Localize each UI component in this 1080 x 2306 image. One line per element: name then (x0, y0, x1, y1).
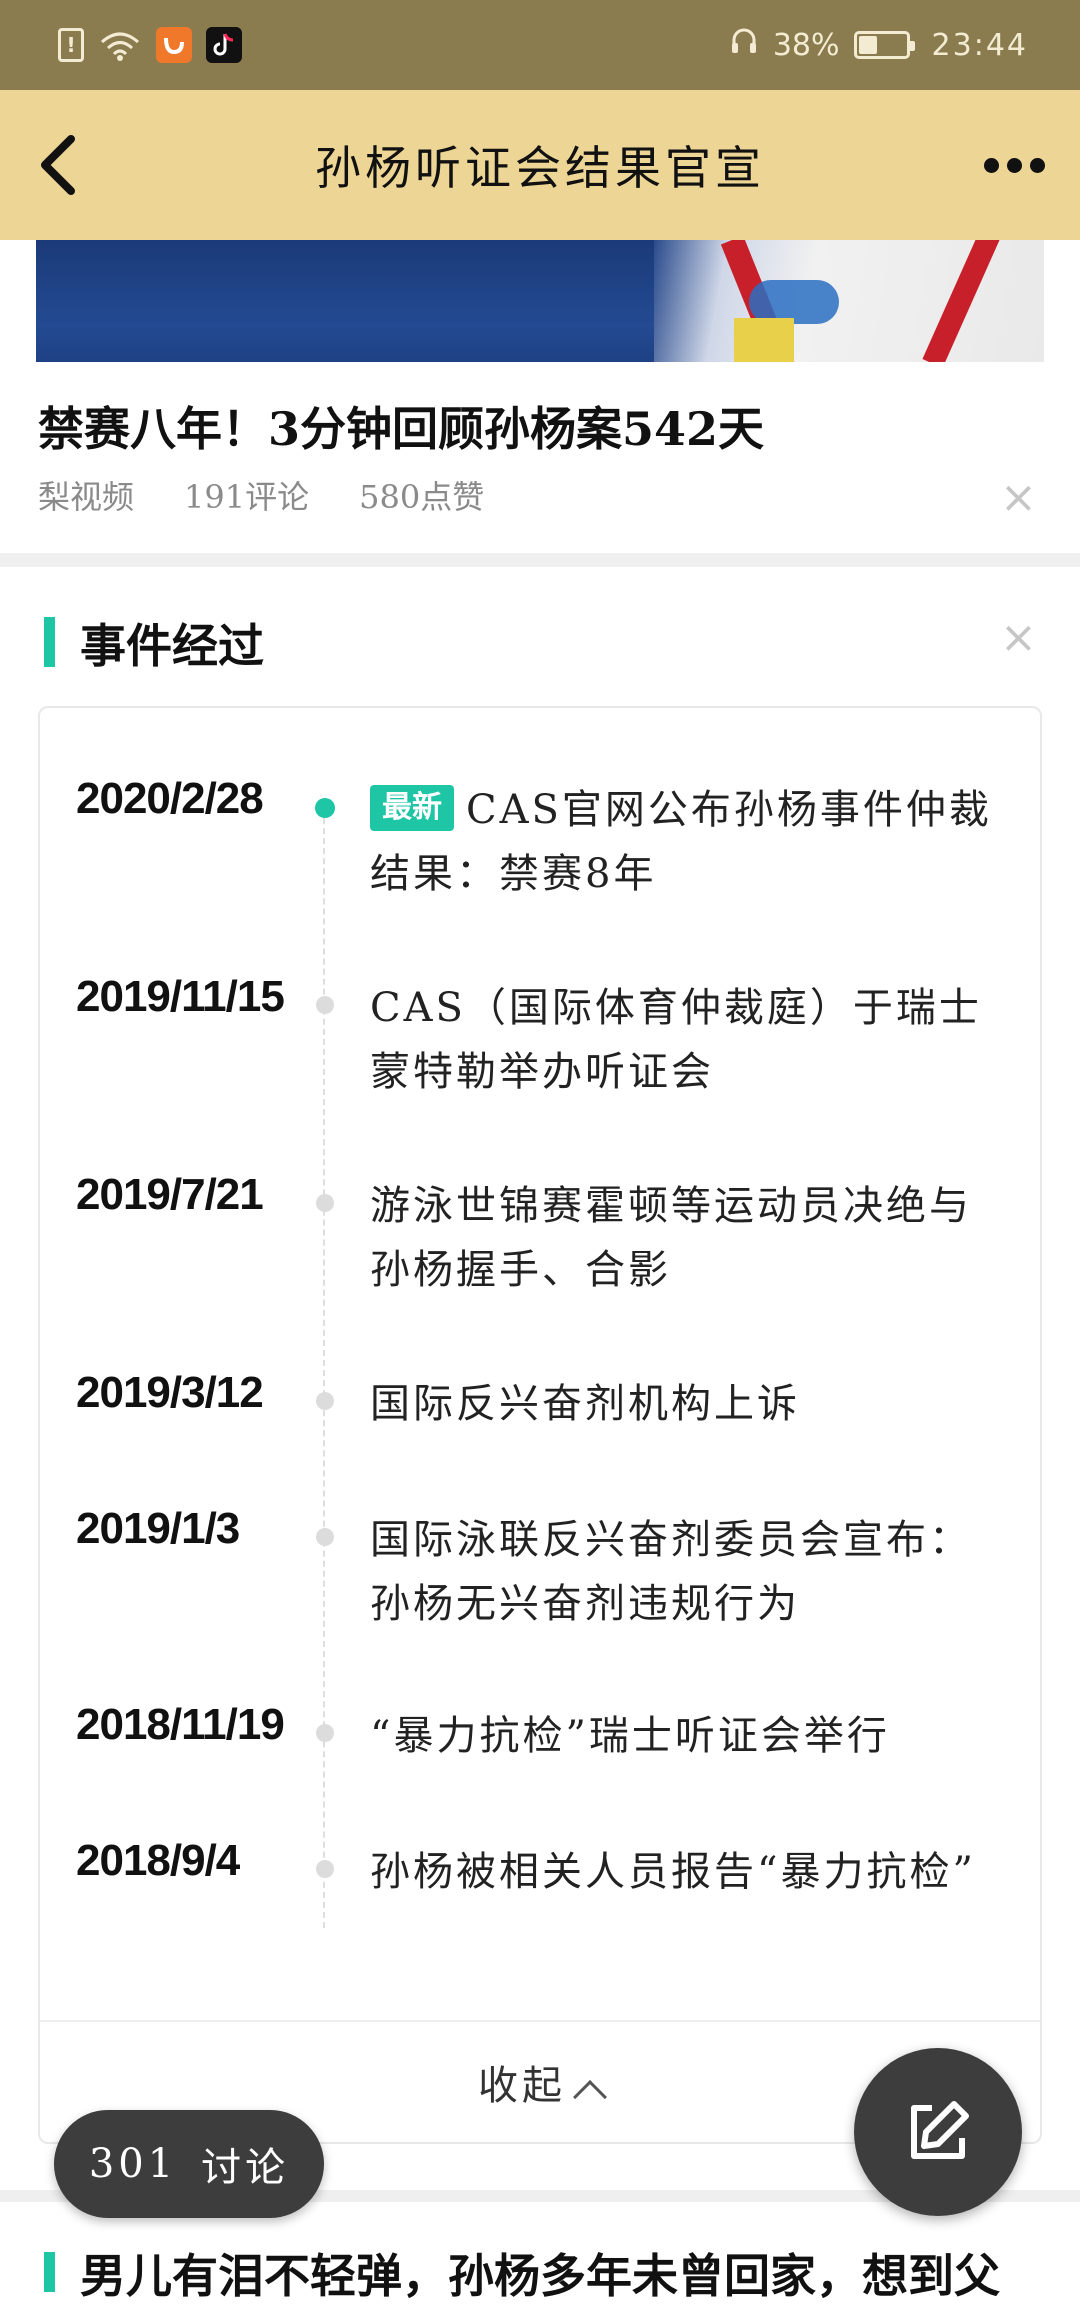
more-options-button[interactable] (974, 138, 1054, 192)
timeline-date: 2019/7/21 (76, 1170, 264, 1219)
timeline-text[interactable]: 国际泳联反兴奋剂委员会宣布：孙杨无兴奋剂违规行为 (370, 1508, 1010, 1636)
section-divider (0, 553, 1080, 567)
timeline-date: 2018/9/4 (76, 1836, 240, 1885)
timeline-date: 2019/3/12 (76, 1368, 264, 1417)
wifi-icon (98, 26, 142, 64)
more-dot-icon (1006, 157, 1022, 173)
timeline-text[interactable]: 孙杨被相关人员报告“暴力抗检” (370, 1840, 1010, 1904)
status-bar: ! 38% 23:44 (0, 0, 1080, 90)
timeline-date: 2018/11/19 (76, 1700, 285, 1749)
timeline-text-content: CAS官网公布孙杨事件仲裁结果：禁赛8年 (370, 787, 992, 897)
discussion-button[interactable]: 301 讨论 (54, 2110, 324, 2218)
timeline-dot (316, 1194, 334, 1212)
battery-percent: 38% (772, 27, 840, 63)
next-section-title[interactable]: 男儿有泪不轻弹，孙杨多年未曾回家，想到父 (80, 2240, 1080, 2306)
status-left-icons: ! (58, 26, 242, 64)
discussion-count: 301 (88, 2141, 178, 2187)
tiktok-icon (206, 27, 242, 63)
title-bar: 孙杨听证会结果官宣 (0, 90, 1080, 240)
clock: 23:44 (931, 27, 1028, 63)
timeline-dot (316, 1860, 334, 1878)
video-likes: 580点赞 (359, 478, 485, 516)
thumbnail-patch (734, 318, 794, 362)
discussion-label: 讨论 (201, 2145, 290, 2191)
more-dot-icon (983, 157, 999, 173)
compose-button[interactable] (854, 2048, 1022, 2216)
timeline-dot (316, 1392, 334, 1410)
timeline-date: 2020/2/28 (76, 774, 264, 823)
page-title: 孙杨听证会结果官宣 (315, 141, 765, 195)
timeline-text[interactable]: “暴力抗检”瑞士听证会举行 (370, 1704, 1010, 1768)
timeline-text[interactable]: 游泳世锦赛霍顿等运动员决绝与孙杨握手、合影 (370, 1174, 1010, 1302)
video-comments: 191评论 (184, 478, 310, 516)
collapse-divider (40, 2020, 1040, 2022)
timeline-line (323, 798, 325, 1928)
timeline-text[interactable]: CAS（国际体育仲裁庭）于瑞士蒙特勒举办听证会 (370, 976, 1010, 1104)
video-source: 梨视频 (38, 478, 135, 516)
edit-icon (911, 2101, 969, 2159)
chevron-left-icon (41, 135, 75, 195)
video-title[interactable]: 禁赛八年！3分钟回顾孙杨案542天 (38, 393, 764, 459)
timeline-card: 2020/2/28 最新 CAS官网公布孙杨事件仲裁结果：禁赛8年 2019/11… (38, 706, 1042, 2144)
section-title: 事件经过 (80, 619, 264, 673)
timeline-date: 2019/11/15 (76, 972, 285, 1021)
headphones-icon (729, 26, 759, 64)
collapse-label: 收起 (478, 2063, 566, 2109)
status-right: 38% 23:44 (729, 26, 1028, 64)
video-meta: 梨视频 191评论 580点赞 (38, 472, 484, 518)
timeline-text[interactable]: 国际反兴奋剂机构上诉 (370, 1372, 1010, 1436)
timeline-dot (316, 996, 334, 1014)
back-button[interactable] (22, 128, 92, 202)
section-accent-bar (44, 2252, 55, 2292)
timeline-date: 2019/1/3 (76, 1504, 240, 1553)
latest-badge: 最新 (370, 785, 454, 831)
chevron-up-icon (573, 2080, 607, 2114)
timeline-dot-active (315, 798, 335, 818)
timeline-dot (316, 1724, 334, 1742)
section-accent-bar (44, 617, 55, 667)
uc-browser-icon (156, 27, 192, 63)
more-dot-icon (1029, 157, 1045, 173)
close-icon[interactable]: × (1000, 616, 1037, 660)
close-icon[interactable]: × (1000, 476, 1037, 520)
timeline-text[interactable]: 最新 CAS官网公布孙杨事件仲裁结果：禁赛8年 (370, 778, 1010, 906)
battery-icon (853, 31, 915, 59)
video-thumbnail[interactable] (36, 240, 1044, 362)
timeline-dot (316, 1528, 334, 1546)
alert-icon: ! (58, 28, 84, 62)
